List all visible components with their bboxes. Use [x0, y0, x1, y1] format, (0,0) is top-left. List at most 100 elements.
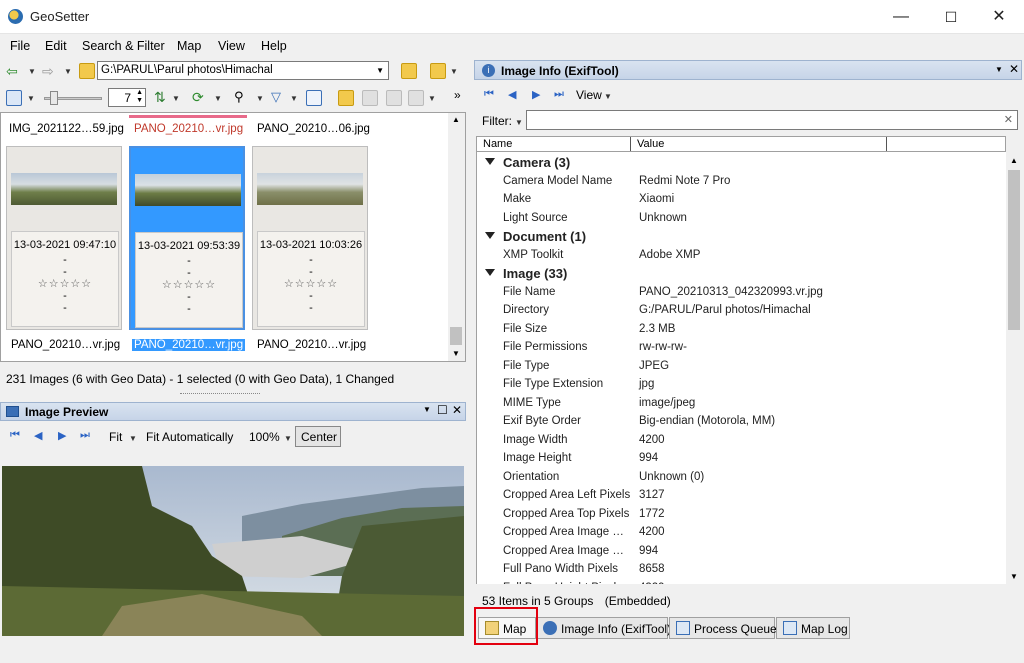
- info-item-row[interactable]: Make Xiaomi: [477, 190, 1006, 208]
- info-item-row[interactable]: Directory G:/PARUL/Parul photos/Himachal: [477, 301, 1006, 319]
- filter-icon[interactable]: ▽: [271, 89, 281, 105]
- splitter-handle[interactable]: [180, 393, 260, 395]
- scroll-down-icon[interactable]: ▼: [1010, 572, 1018, 581]
- info-item-row[interactable]: File Permissions rw-rw-rw-: [477, 338, 1006, 356]
- info-group-row[interactable]: Image (33): [477, 264, 1006, 282]
- info-item-row[interactable]: Cropped Area Top Pixels 1772: [477, 505, 1006, 523]
- column-name-header[interactable]: Name: [483, 138, 512, 150]
- favorite-folder-icon[interactable]: [430, 63, 446, 79]
- previous-image-icon[interactable]: ◀: [508, 88, 516, 101]
- spinner-down-icon[interactable]: ▼: [136, 97, 143, 104]
- menu-view[interactable]: View: [218, 39, 245, 53]
- fit-automatically-toggle[interactable]: Fit Automatically: [146, 430, 233, 444]
- thumbnail-name[interactable]: PANO_20210…vr.jpg: [11, 339, 120, 351]
- scroll-thumb[interactable]: [1008, 170, 1020, 330]
- info-group-row[interactable]: Camera (3): [477, 153, 1006, 171]
- binoculars-icon[interactable]: ⚲: [234, 89, 244, 105]
- favorites-dropdown-icon[interactable]: ▼: [450, 67, 458, 76]
- refresh-dropdown-icon[interactable]: ▼: [214, 94, 222, 103]
- thumbnail-card[interactable]: 13-03-2021 09:47:10 - - ☆☆☆☆☆ - -: [6, 146, 122, 330]
- edit-data-icon[interactable]: [338, 90, 354, 106]
- info-item-row[interactable]: Exif Byte Order Big-endian (Motorola, MM): [477, 412, 1006, 430]
- filter-dropdown-icon[interactable]: ▼: [290, 94, 298, 103]
- panel-float-icon[interactable]: ☐: [437, 403, 448, 417]
- info-item-row[interactable]: Image Height 994: [477, 449, 1006, 467]
- center-button[interactable]: Center: [295, 426, 341, 447]
- tab-map-log[interactable]: Map Log: [776, 617, 850, 639]
- back-arrow-icon[interactable]: ⇦: [6, 63, 18, 80]
- filter-label[interactable]: Filter:: [482, 114, 512, 128]
- next-image-icon[interactable]: ▶: [532, 88, 540, 101]
- thumbnail-name[interactable]: PANO_20210…vr.jpg: [257, 339, 366, 351]
- folder-up-icon[interactable]: [79, 63, 95, 79]
- zoom-dropdown-icon[interactable]: ▼: [284, 434, 292, 443]
- back-dropdown-icon[interactable]: ▼: [28, 67, 36, 76]
- info-item-row[interactable]: File Name PANO_20210313_042320993.vr.jpg: [477, 283, 1006, 301]
- info-item-row[interactable]: Light Source Unknown: [477, 209, 1006, 227]
- select-all-icon[interactable]: [306, 90, 322, 106]
- panel-menu-icon[interactable]: ▼: [995, 65, 1003, 74]
- first-image-icon[interactable]: ⏮: [10, 429, 20, 442]
- sort-icon[interactable]: ⇅: [154, 89, 166, 106]
- path-combobox[interactable]: G:\PARUL\Parul photos\Himachal ▼: [97, 61, 389, 80]
- info-item-row[interactable]: Cropped Area Left Pixels 3127: [477, 486, 1006, 504]
- info-item-row[interactable]: File Type JPEG: [477, 357, 1006, 375]
- expand-triangle-icon[interactable]: [485, 232, 495, 239]
- rating-stars[interactable]: ☆☆☆☆☆: [258, 278, 364, 290]
- paste-dropdown-icon[interactable]: ▼: [428, 94, 436, 103]
- tab-image-info[interactable]: Image Info (ExifTool): [536, 617, 671, 639]
- chevron-down-icon[interactable]: ▼: [376, 66, 384, 75]
- scroll-up-icon[interactable]: ▲: [452, 115, 460, 124]
- last-image-icon[interactable]: ⏭: [80, 429, 90, 442]
- info-item-row[interactable]: XMP Toolkit Adobe XMP: [477, 246, 1006, 264]
- menu-file[interactable]: File: [10, 39, 30, 53]
- rating-stars[interactable]: ☆☆☆☆☆: [12, 278, 118, 290]
- filter-dropdown-icon[interactable]: ▼: [515, 118, 523, 127]
- minimize-button[interactable]: —: [878, 0, 924, 34]
- info-group-row[interactable]: Document (1): [477, 227, 1006, 245]
- paste-special-icon[interactable]: [408, 90, 424, 106]
- copy-icon[interactable]: [362, 90, 378, 106]
- slider-handle[interactable]: [50, 91, 58, 105]
- column-value-header[interactable]: Value: [637, 138, 664, 150]
- menu-help[interactable]: Help: [261, 39, 287, 53]
- panel-menu-icon[interactable]: ▼: [423, 405, 431, 414]
- thumbnail-card-selected[interactable]: 13-03-2021 09:53:39 - - ☆☆☆☆☆ - -: [129, 146, 245, 330]
- expand-triangle-icon[interactable]: [485, 269, 495, 276]
- toolbar-overflow-icon[interactable]: »: [454, 88, 461, 102]
- scroll-up-icon[interactable]: ▲: [1010, 156, 1018, 165]
- info-item-row[interactable]: Cropped Area Image … 994: [477, 542, 1006, 560]
- scroll-down-icon[interactable]: ▼: [452, 349, 460, 358]
- column-divider[interactable]: [886, 137, 888, 151]
- tab-process-queue[interactable]: Process Queue: [669, 617, 777, 639]
- info-scrollbar[interactable]: ▲ ▼: [1006, 152, 1022, 584]
- column-divider[interactable]: [630, 137, 632, 151]
- info-item-row[interactable]: Image Width 4200: [477, 431, 1006, 449]
- scroll-thumb[interactable]: [450, 327, 462, 345]
- thumbnail-name-selected[interactable]: PANO_20210…vr.jpg: [130, 338, 247, 352]
- forward-arrow-icon[interactable]: ⇨: [42, 63, 54, 80]
- info-item-row[interactable]: File Size 2.3 MB: [477, 320, 1006, 338]
- previous-image-icon[interactable]: ◀: [34, 429, 42, 442]
- maximize-button[interactable]: ☐: [928, 0, 974, 34]
- fit-dropdown-icon[interactable]: ▼: [129, 434, 137, 443]
- info-item-row[interactable]: Full Pano Height Pixels 4329: [477, 579, 1006, 585]
- clear-filter-icon[interactable]: ✕: [1004, 113, 1013, 126]
- thumbnail-scrollbar[interactable]: ▲ ▼: [448, 113, 465, 361]
- spinner-up-icon[interactable]: ▲: [136, 89, 143, 96]
- thumbnail-size-spinner[interactable]: 7 ▲ ▼: [108, 88, 146, 107]
- first-image-icon[interactable]: ⏮: [484, 88, 494, 101]
- view-dropdown-icon[interactable]: ▼: [604, 92, 612, 101]
- expand-triangle-icon[interactable]: [485, 158, 495, 165]
- refresh-icon[interactable]: ⟳: [192, 89, 204, 106]
- thumbnail-view-icon[interactable]: [6, 90, 22, 106]
- info-item-row[interactable]: Full Pano Width Pixels 8658: [477, 560, 1006, 578]
- info-item-row[interactable]: MIME Type image/jpeg: [477, 394, 1006, 412]
- thumbnail-top-name[interactable]: IMG_2021122…59.jpg: [9, 123, 124, 135]
- paste-icon[interactable]: [386, 90, 402, 106]
- thumbnail-top-name[interactable]: PANO_20210…06.jpg: [257, 123, 370, 135]
- menu-edit[interactable]: Edit: [45, 39, 67, 53]
- panel-close-icon[interactable]: ✕: [1009, 62, 1019, 76]
- sort-dropdown-icon[interactable]: ▼: [172, 94, 180, 103]
- search-dropdown-icon[interactable]: ▼: [256, 94, 264, 103]
